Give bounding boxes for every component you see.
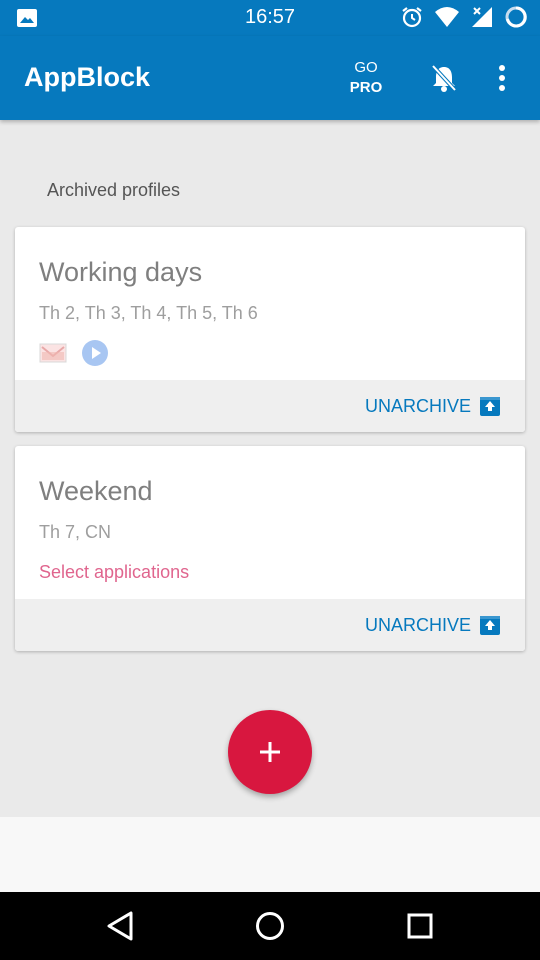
profile-app-list <box>39 339 109 367</box>
app-title: AppBlock <box>24 62 151 92</box>
signal-icon <box>472 7 492 27</box>
profile-days: Th 7, CN <box>39 522 112 542</box>
profile-card-weekend[interactable]: Weekend Th 7, CN Select applications UNA… <box>15 446 525 651</box>
battery-icon <box>505 6 527 28</box>
select-applications-link[interactable]: Select applications <box>39 562 189 583</box>
card-footer: UNARCHIVE <box>15 599 525 651</box>
pro-label: PRO <box>349 79 383 96</box>
bell-off-icon[interactable] <box>428 62 460 94</box>
play-app-icon <box>82 340 108 366</box>
navigation-bar <box>0 892 540 960</box>
go-pro-button[interactable]: GO PRO <box>340 58 392 98</box>
go-label: GO <box>354 59 378 76</box>
app-bar: AppBlock GO PRO <box>0 36 540 120</box>
more-vert-icon[interactable] <box>496 64 508 92</box>
mail-app-icon <box>39 343 67 363</box>
profile-card-working-days[interactable]: Working days Th 2, Th 3, Th 4, Th 5, Th … <box>15 227 525 432</box>
unarchive-button[interactable]: UNARCHIVE <box>365 395 501 417</box>
profile-name: Working days <box>39 257 203 287</box>
alarm-icon <box>402 7 422 28</box>
section-label: Archived profiles <box>47 180 181 200</box>
profile-name: Weekend <box>39 476 153 506</box>
plus-icon <box>260 742 280 762</box>
unarchive-button[interactable]: UNARCHIVE <box>365 614 501 636</box>
unarchive-label: UNARCHIVE <box>364 395 471 416</box>
bottom-strip <box>0 817 540 892</box>
unarchive-label: UNARCHIVE <box>364 614 471 635</box>
add-profile-button[interactable] <box>228 710 312 794</box>
status-bar: 16:57 <box>0 0 540 36</box>
home-icon[interactable] <box>254 910 286 942</box>
unarchive-icon <box>480 397 500 416</box>
back-icon[interactable] <box>106 910 136 942</box>
wifi-icon <box>435 7 459 27</box>
card-footer: UNARCHIVE <box>15 380 525 432</box>
profile-days: Th 2, Th 3, Th 4, Th 5, Th 6 <box>39 303 258 323</box>
unarchive-icon <box>480 616 500 635</box>
recents-icon[interactable] <box>406 910 434 942</box>
